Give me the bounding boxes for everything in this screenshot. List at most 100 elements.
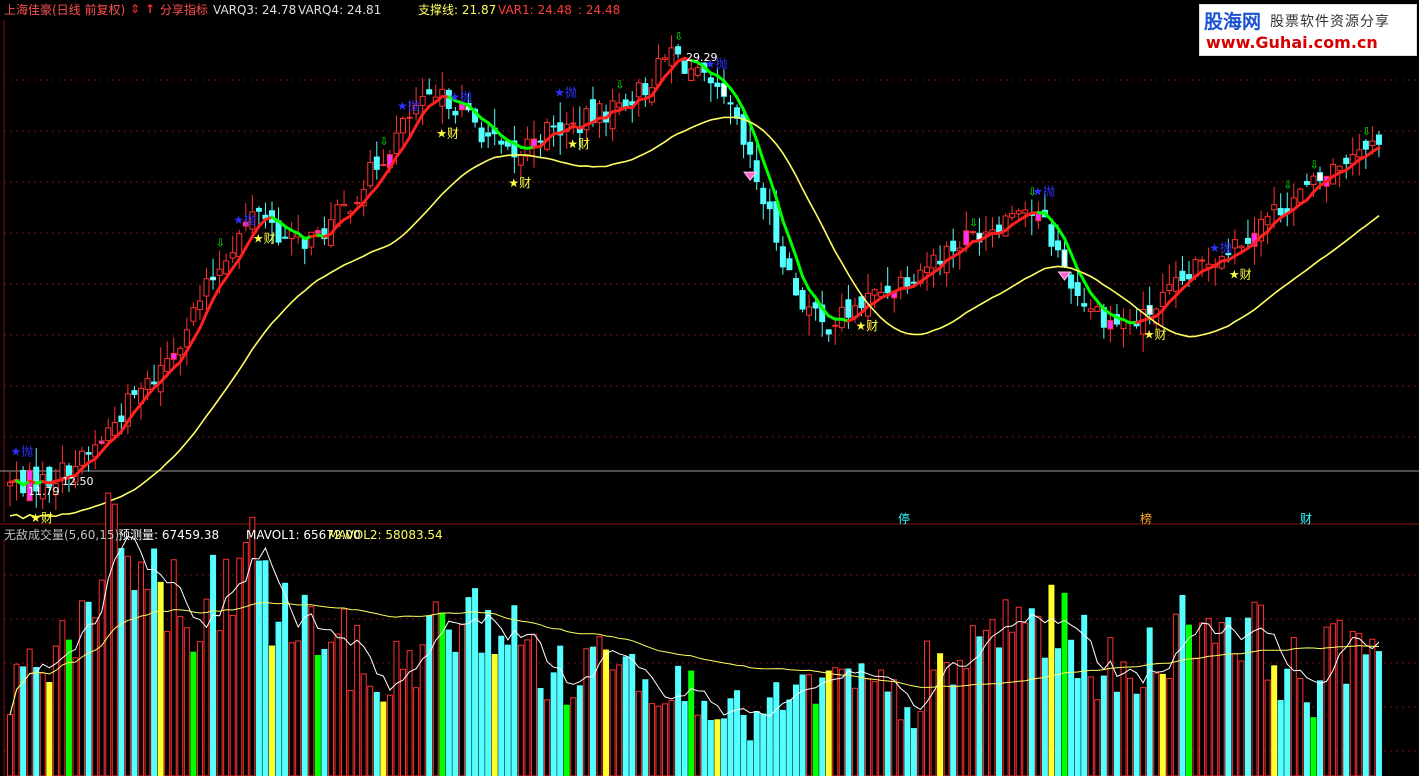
volume-bar	[216, 630, 223, 776]
candle-body	[1264, 215, 1271, 226]
volume-bar	[1186, 624, 1192, 776]
volume-bar	[7, 714, 13, 776]
candle-body	[1172, 277, 1179, 292]
tag-wealth: 财	[1300, 512, 1313, 526]
volume-bar	[334, 633, 341, 776]
candle-body	[236, 233, 243, 258]
candle-body	[982, 231, 989, 235]
volume-bar	[524, 639, 531, 776]
volume-bar	[1369, 638, 1376, 776]
buy-signal-marker: ★财	[1229, 268, 1252, 282]
candle-body	[1055, 240, 1061, 251]
candle-body	[950, 240, 957, 252]
volume-bar	[1015, 606, 1022, 776]
candle-body	[1159, 291, 1166, 307]
volume-bar	[596, 636, 603, 776]
candle-body	[694, 67, 701, 76]
ma5-segment	[1089, 291, 1099, 303]
candle-body	[1310, 175, 1317, 185]
candle-body	[668, 47, 675, 67]
volume-bar	[1107, 637, 1114, 776]
ma5-segment	[1082, 279, 1093, 295]
volume-bar	[1238, 660, 1245, 776]
volume-bar	[400, 668, 406, 776]
candle-body	[635, 82, 642, 98]
volume-bar	[793, 684, 799, 776]
volume-bar	[1100, 675, 1107, 776]
volume-bar	[59, 620, 66, 776]
volume-bar	[282, 582, 289, 776]
candle-body	[20, 470, 27, 494]
volume-bar	[177, 615, 184, 776]
candle-body	[367, 161, 374, 187]
candle-body	[720, 82, 727, 97]
volume-bar	[269, 645, 275, 776]
volume-bar	[989, 619, 996, 776]
volume-bar	[367, 685, 374, 776]
volume-bar	[1074, 678, 1081, 776]
ma5-segment	[807, 288, 818, 300]
volume-bar	[347, 689, 354, 776]
volume-bar	[196, 641, 203, 776]
candle-body	[1068, 274, 1075, 289]
buy-signal-marker: ★财	[856, 319, 879, 333]
volume-bar	[39, 672, 46, 776]
volume-bar	[183, 627, 190, 776]
volume-bar	[563, 704, 570, 776]
sell-signal-marker: ★抛	[449, 89, 472, 104]
volume-bar	[465, 597, 472, 776]
volume-bar	[589, 646, 596, 776]
volume-bar	[753, 711, 760, 776]
var-extra-value: : 24.48	[578, 3, 621, 17]
candle-body	[884, 285, 891, 294]
down-arrow-icon: ⇩	[674, 30, 683, 43]
volume-bar	[1349, 630, 1356, 776]
candle-body	[151, 381, 158, 385]
volume-bar	[393, 640, 400, 776]
candle-body	[1362, 140, 1369, 150]
volume-bar	[583, 648, 590, 776]
volume-bar	[485, 610, 492, 776]
ma5-segment	[100, 442, 110, 453]
volume-bar	[557, 645, 564, 776]
volume-bar	[531, 634, 537, 776]
candle-body	[1199, 259, 1206, 262]
volume-bar	[1303, 702, 1310, 776]
volume-bar	[373, 691, 380, 776]
volume-bar	[210, 554, 217, 776]
volume-bar	[819, 677, 826, 776]
volume-bar	[1310, 717, 1317, 776]
volume-bar	[891, 679, 898, 776]
volume-bar	[812, 703, 819, 776]
candle-body	[537, 140, 544, 143]
candle-body	[301, 238, 308, 249]
volume-bar	[275, 621, 282, 776]
buy-signal-marker: ★财	[253, 232, 276, 246]
candle-body	[1022, 209, 1029, 214]
volume-bar	[118, 548, 125, 776]
candle-body	[838, 306, 845, 329]
volume-bar	[897, 719, 904, 776]
volume-bar	[622, 656, 629, 776]
candle-body	[779, 246, 786, 268]
ma5-segment	[381, 166, 392, 180]
volume-bar	[851, 687, 858, 776]
ma5-segment	[768, 176, 778, 200]
volume-bar	[1336, 619, 1343, 776]
volume-bar	[164, 631, 171, 776]
candle-body	[1336, 165, 1343, 172]
down-arrow-icon: ⇩	[379, 135, 388, 148]
volume-bar	[354, 624, 361, 776]
volume-bar	[1218, 622, 1225, 776]
volume-bar	[72, 657, 79, 776]
stock-chart[interactable]: ★财★财★财★财★财★财★财★财★抛★抛★抛★抛 ★抛★抛★抛★抛⇩⇩⇩⇩⇩⇩⇩⇩…	[0, 0, 1419, 776]
support-line	[9, 116, 1380, 520]
candle-body	[478, 127, 485, 143]
volume-bar	[1120, 661, 1127, 776]
volume-bar	[1153, 672, 1160, 776]
candle-body	[910, 281, 917, 284]
volume-bar	[413, 687, 420, 776]
volume-bar	[845, 668, 852, 776]
candle-body	[517, 154, 524, 166]
volume-bar	[1212, 642, 1219, 776]
